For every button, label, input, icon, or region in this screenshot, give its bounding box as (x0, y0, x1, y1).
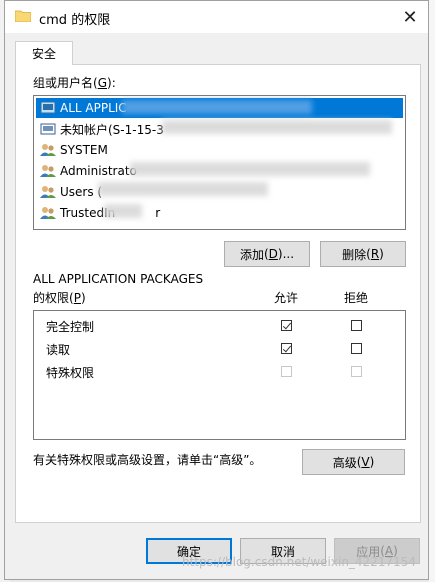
security-panel: 组或用户名(G): ALL APPLIC 未知帐户(S-1-15-3 SYSTEM A… (15, 64, 421, 523)
deny-checkbox (351, 366, 362, 377)
user-group-icon (36, 164, 60, 178)
redaction-blur (104, 204, 142, 218)
window-title: cmd 的权限 (39, 13, 111, 28)
allow-checkbox (281, 366, 292, 377)
user-name: Users ( (60, 185, 103, 199)
redaction-blur (98, 182, 268, 196)
add-button[interactable]: 添加(D)... (224, 241, 310, 267)
title-bar: cmd 的权限 ✕ (5, 1, 428, 33)
advanced-button[interactable]: 高级(V) (302, 449, 405, 475)
user-group-icon (36, 143, 60, 157)
user-group-icon (36, 206, 60, 220)
tab-security[interactable]: 安全 (15, 41, 73, 65)
app-package-icon (36, 101, 60, 115)
close-icon[interactable]: ✕ (400, 7, 420, 28)
user-list-item[interactable]: SYSTEM (36, 140, 403, 160)
unknown-account-icon (36, 122, 60, 136)
deny-checkbox[interactable] (351, 343, 362, 354)
permission-name: 特殊权限 (46, 366, 95, 380)
user-name-suffix: r (155, 206, 161, 220)
redaction-blur (130, 162, 370, 176)
allow-checkbox[interactable] (281, 343, 292, 354)
background-window-edge-right (429, 0, 435, 582)
user-name: SYSTEM (60, 143, 108, 157)
permission-row: 特殊权限 (34, 361, 405, 383)
permissions-dialog: cmd 的权限 ✕ 安全 组或用户名(G): ALL APPLIC 未知帐户(S-… (4, 0, 429, 580)
user-name: ALL APPLIC (60, 101, 127, 115)
redaction-blur (162, 120, 392, 134)
permission-name: 完全控制 (46, 320, 95, 334)
permission-name: 读取 (46, 343, 71, 357)
folder-icon (15, 10, 31, 22)
watermark: https://blog.csdn.net/weixin_42217154 (181, 555, 416, 569)
allow-checkbox[interactable] (281, 320, 292, 331)
permission-list: 完全控制读取特殊权限 (33, 310, 406, 440)
group-or-user-label: 组或用户名(G): (33, 76, 116, 90)
user-list-item[interactable]: TrustedIn r (36, 203, 403, 223)
allow-column-header: 允许 (274, 291, 299, 305)
user-name: Administrato (60, 164, 137, 178)
permission-row: 读取 (34, 338, 405, 360)
user-list[interactable]: ALL APPLIC 未知帐户(S-1-15-3 SYSTEM Administrat… (33, 95, 406, 230)
permission-principal: ALL APPLICATION PACKAGES (33, 272, 204, 286)
deny-checkbox[interactable] (351, 320, 362, 331)
user-group-icon (36, 185, 60, 199)
deny-column-header: 拒绝 (344, 291, 369, 305)
advanced-hint: 有关特殊权限或高级设置，请单击“高级”。 (33, 453, 262, 467)
redaction-blur (122, 100, 312, 114)
permissions-label: 的权限(P) (33, 291, 86, 305)
permission-row: 完全控制 (34, 315, 405, 337)
user-name: 未知帐户(S-1-15-3 (60, 122, 164, 137)
remove-button[interactable]: 删除(R) (320, 241, 406, 267)
